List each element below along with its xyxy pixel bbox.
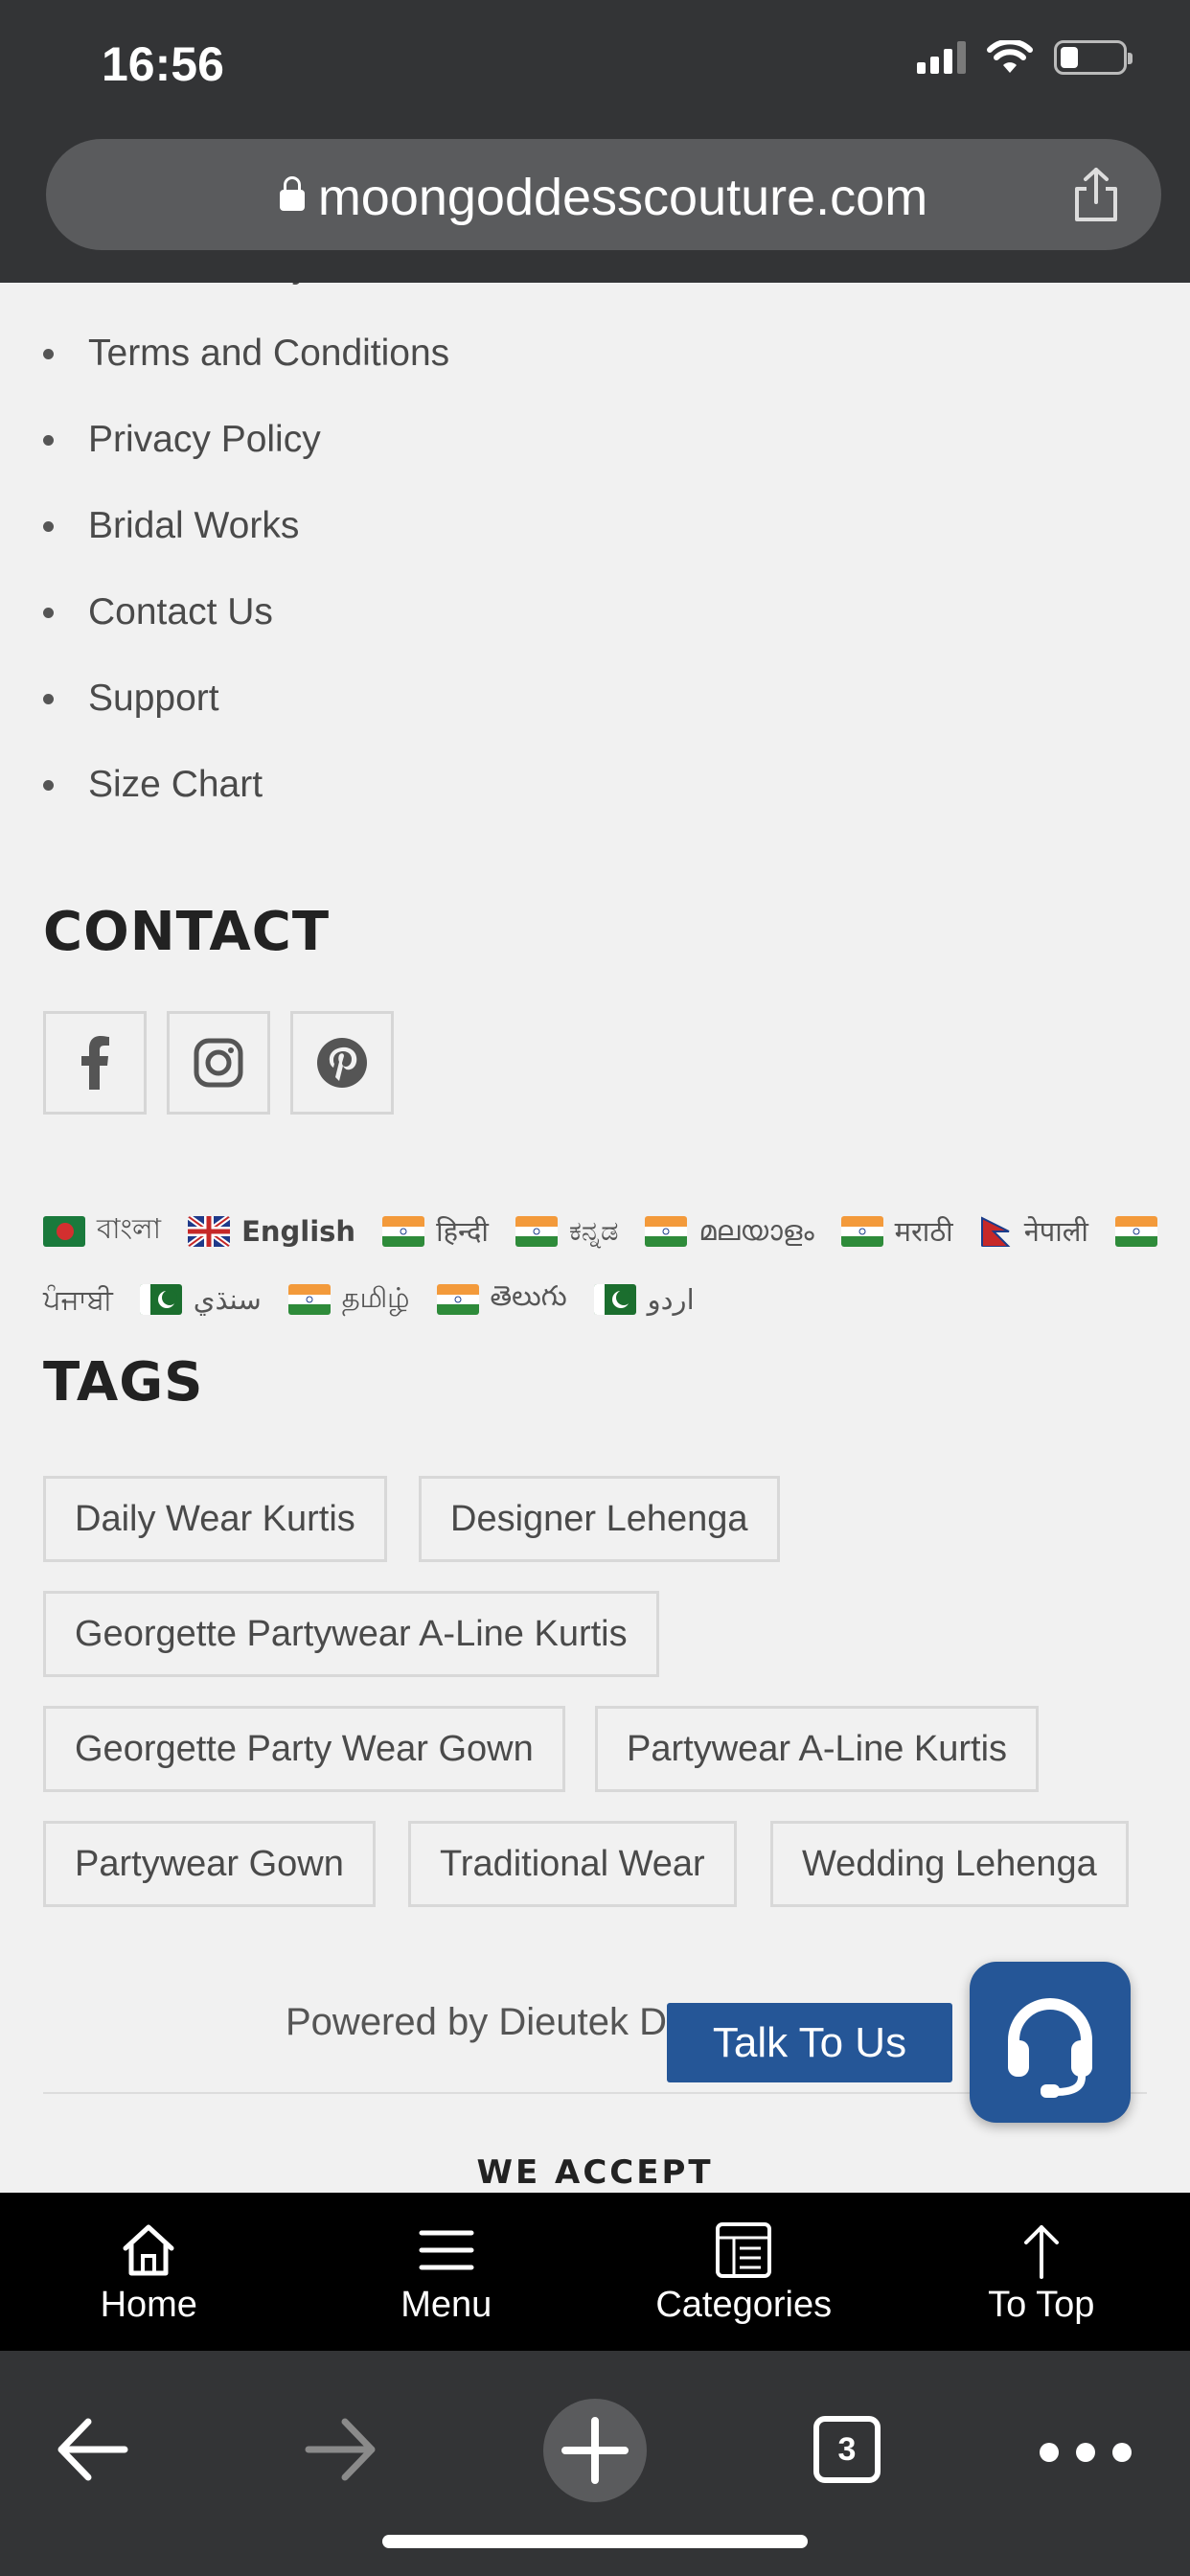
more-options-icon[interactable] [1040,2443,1132,2462]
language-bengali[interactable]: বাংলা [97,1208,161,1254]
battery-icon [1054,40,1133,75]
india-flag-icon [515,1215,558,1247]
we-accept-heading: WE ACCEPT [476,2153,714,2192]
tag-designer-lehenga[interactable]: Designer Lehenga [419,1476,780,1562]
language-row-1: বাংলা English हिन्दी ಕನ್ನಡ മലയാളം मराठी … [43,1208,1169,1254]
tag-partywear-gown[interactable]: Partywear Gown [43,1821,376,1907]
language-english[interactable]: English [241,1215,355,1248]
plus-icon [561,2417,629,2484]
nav-menu-label: Menu [400,2285,492,2325]
chat-support-button[interactable] [970,1962,1131,2123]
instagram-button[interactable] [167,1011,270,1115]
arrow-up-icon [1023,2225,1059,2279]
url-text: moongoddesscouture.com [46,168,1161,227]
footer-link-contact[interactable]: Contact Us [43,591,273,633]
tag-daily-wear-kurtis[interactable]: Daily Wear Kurtis [43,1476,387,1562]
footer-link-bridal[interactable]: Bridal Works [43,505,299,547]
india-flag-icon [1114,1215,1157,1247]
back-icon[interactable] [56,2416,128,2483]
nav-menu[interactable]: Menu [298,2193,596,2351]
address-bar[interactable]: moongoddesscouture.com [46,139,1161,250]
tags-heading: TAGS [43,1351,204,1414]
footer-link-terms[interactable]: Terms and Conditions [43,333,449,375]
nav-categories-label: Categories [655,2285,833,2325]
language-sindhi[interactable]: سنڌي [194,1283,262,1316]
powered-by-text: Powered by Dieutek D [286,2001,667,2043]
nav-to-top-label: To Top [988,2285,1095,2325]
india-flag-icon [840,1215,883,1247]
pinterest-button[interactable] [290,1011,394,1115]
forward-icon[interactable] [305,2416,378,2483]
language-nepali[interactable]: नेपाली [1024,1212,1088,1250]
url-label: moongoddesscouture.com [317,169,928,226]
talk-to-us-button[interactable]: Talk To Us [667,2003,952,2082]
status-time: 16:56 [102,37,224,91]
india-flag-icon [287,1284,331,1315]
status-and-url-bar: 16:56 moongoddesscouture.com [0,0,1190,283]
nav-categories[interactable]: Categories [595,2193,893,2351]
tag-wedding-lehenga[interactable]: Wedding Lehenga [770,1821,1129,1907]
footer-link-size-chart[interactable]: Size Chart [43,764,263,806]
tag-partywear-a-line-kurtis[interactable]: Partywear A-Line Kurtis [595,1706,1040,1792]
pinterest-icon [317,1038,367,1088]
share-icon[interactable] [1069,166,1123,223]
footer-link-support[interactable]: Support [43,678,219,720]
cellular-signal-icon [917,41,966,74]
tag-georgette-party-wear-gown[interactable]: Georgette Party Wear Gown [43,1706,565,1792]
categories-icon [716,2222,772,2278]
language-tamil[interactable]: தமிழ் [342,1281,410,1318]
menu-icon [419,2230,474,2270]
wifi-icon [987,40,1033,73]
facebook-button[interactable] [43,1011,147,1115]
pakistan-flag-icon [139,1284,182,1315]
status-icons [917,40,1133,75]
nav-home[interactable]: Home [0,2193,298,2351]
headset-icon [1008,1998,1092,2098]
home-icon [123,2224,174,2276]
language-urdu[interactable]: اردو [648,1283,695,1316]
nav-to-top[interactable]: To Top [893,2193,1190,2351]
bangladesh-flag-icon [43,1215,85,1247]
language-malayalam[interactable]: മലയാളം [698,1214,813,1248]
tag-georgette-partywear-a-line-kurtis[interactable]: Georgette Partywear A-Line Kurtis [43,1591,659,1677]
footer-link-partial[interactable]: Return Policy [43,283,310,287]
india-flag-icon [382,1215,425,1247]
language-punjabi[interactable]: ਪੰਜਾਬੀ [43,1283,113,1317]
home-indicator [382,2535,808,2548]
india-flag-icon [436,1284,479,1315]
facebook-icon [81,1036,109,1090]
site-bottom-nav: Home Menu Categories To Top [0,2193,1190,2351]
language-marathi[interactable]: मराठी [895,1212,953,1250]
nav-home-label: Home [100,2285,197,2325]
tab-switcher-button[interactable]: 3 [813,2416,881,2483]
language-hindi[interactable]: हिन्दी [436,1212,489,1250]
language-kannada[interactable]: ಕನ್ನಡ [569,1214,619,1248]
language-row-2: ਪੰਜਾਬੀ سنڌي தமிழ் తెలుగు اردو [43,1279,721,1320]
instagram-icon [194,1038,243,1088]
nepal-flag-icon [980,1215,1013,1247]
page-content: Return Policy Terms and Conditions Priva… [0,283,1190,2193]
tag-traditional-wear[interactable]: Traditional Wear [408,1821,737,1907]
india-flag-icon [645,1215,688,1247]
uk-flag-icon [188,1215,231,1247]
contact-heading: CONTACT [43,901,331,963]
lock-icon [279,176,305,211]
footer-link-privacy[interactable]: Privacy Policy [43,419,321,461]
new-tab-button[interactable] [543,2399,647,2502]
language-telugu[interactable]: తెలుగు [491,1279,567,1320]
pakistan-flag-icon [593,1284,636,1315]
